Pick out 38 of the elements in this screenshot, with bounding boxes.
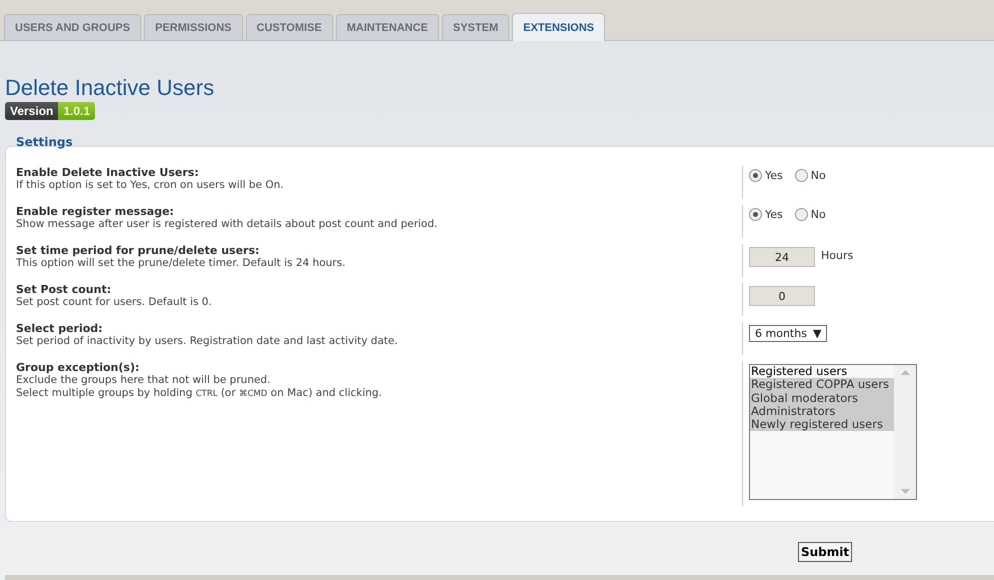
nav-tab[interactable]: EXTENSIONS <box>512 13 606 41</box>
group-option[interactable]: Global moderators <box>750 392 894 405</box>
scroll-down-icon[interactable] <box>900 489 910 494</box>
page-title: Delete Inactive Users <box>5 75 214 101</box>
settings-legend: Settings <box>16 135 73 149</box>
radio-button[interactable] <box>794 169 808 182</box>
radio-label: Yes <box>765 208 783 221</box>
radio-label: No <box>810 169 826 182</box>
submit-button[interactable]: Submit <box>798 542 852 562</box>
setting-label: Select period: <box>16 322 104 335</box>
number-field[interactable]: 0 <box>749 286 815 306</box>
setting-label: Set Post count: <box>16 283 112 296</box>
setting-description: Set post count for users. Default is 0. <box>16 296 213 309</box>
scroll-up-icon[interactable] <box>900 370 910 375</box>
group-option[interactable]: Newly registered users <box>750 418 894 432</box>
scrollbar[interactable] <box>894 365 916 499</box>
period-dropdown[interactable]: 6 months ▼ <box>749 325 828 342</box>
setting-label: Enable register message: <box>16 205 175 218</box>
radio-button[interactable] <box>749 208 762 221</box>
group-listbox[interactable]: Registered users Registered COPPA users Global moderators Administrators Newly registered users <box>749 364 917 500</box>
setting-description: Select multiple groups by holding CTRL (or ⌘CMD on Mac) and clicking. <box>16 387 383 401</box>
setting-label: Set time period for prune/delete users: <box>16 244 260 257</box>
setting-label: Enable Delete Inactive Users: <box>16 166 200 179</box>
setting-description: Show message after user is registered with details about post count and period. <box>16 218 438 231</box>
group-option[interactable]: Registered users <box>750 365 894 378</box>
radio-label: No <box>810 208 826 221</box>
radio-label: Yes <box>765 169 783 182</box>
setting-description: This option will set the prune/delete timer. Default is 24 hours. <box>16 257 346 270</box>
unit-label: Hours <box>821 249 854 262</box>
setting-description: Set period of inactivity by users. Registration date and last activity date. <box>16 335 399 348</box>
setting-description: Exclude the groups here that not will be pruned. <box>16 374 272 387</box>
radio-button[interactable] <box>794 208 808 221</box>
group-option[interactable]: Registered COPPA users <box>750 378 894 392</box>
radio-button[interactable] <box>749 169 762 182</box>
setting-label: Group exception(s): <box>16 361 140 374</box>
number-field[interactable]: 24 <box>749 247 815 267</box>
setting-description: If this option is set to Yes, cron on users will be On. <box>16 179 285 192</box>
group-option[interactable]: Administrators <box>750 404 894 418</box>
